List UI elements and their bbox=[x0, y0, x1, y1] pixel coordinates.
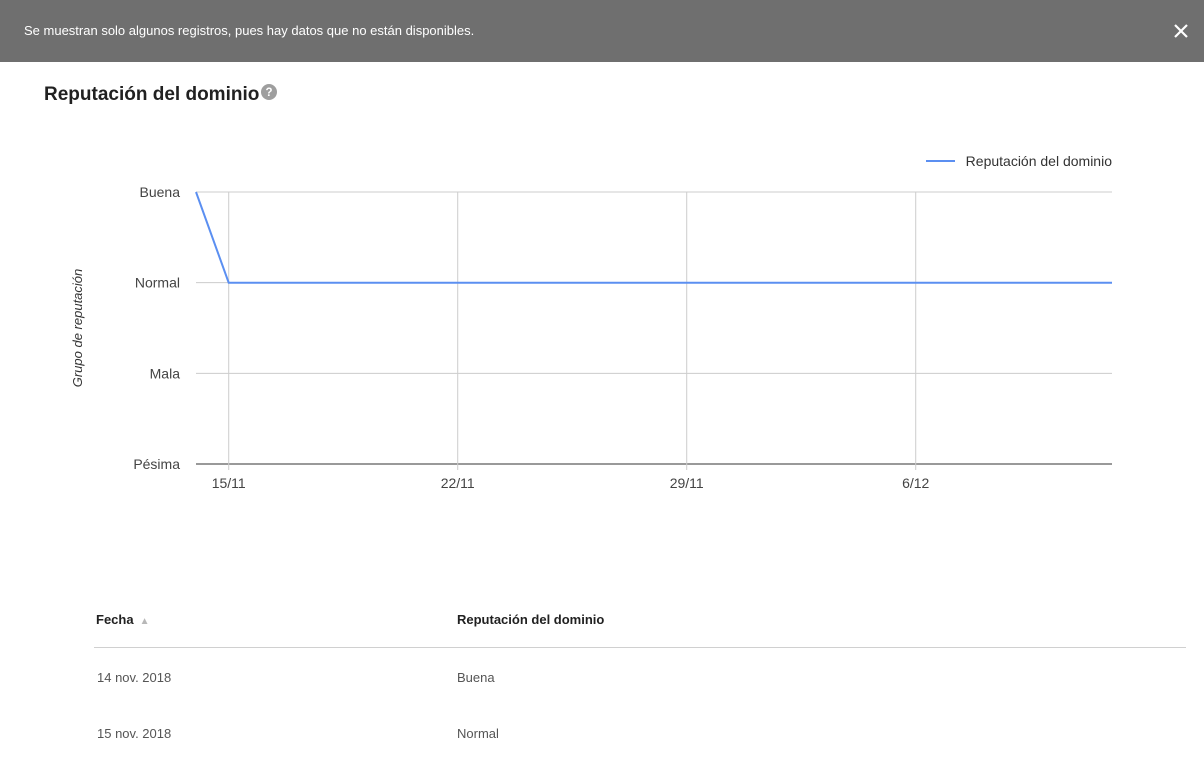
page-title-container: Reputación del dominio ? bbox=[44, 84, 278, 106]
close-icon[interactable] bbox=[1166, 16, 1196, 46]
row-date: 15 nov. 2018 bbox=[97, 726, 172, 741]
x-tick-label: 15/11 bbox=[212, 475, 246, 491]
help-icon[interactable]: ? bbox=[261, 84, 278, 100]
y-tick-label: Normal bbox=[135, 275, 180, 291]
page-title: Reputación del dominio bbox=[44, 84, 260, 105]
table-header: Fecha ▲ Reputación del dominio bbox=[94, 596, 1186, 648]
legend-label: Reputación del dominio bbox=[966, 153, 1113, 169]
svg-text:?: ? bbox=[266, 87, 273, 99]
y-tick-label: Mala bbox=[150, 365, 181, 381]
x-tick-label: 22/11 bbox=[441, 475, 475, 491]
x-tick-label: 29/11 bbox=[670, 475, 704, 491]
sort-ascending-icon: ▲ bbox=[139, 616, 150, 627]
y-tick-label: Pésima bbox=[133, 456, 180, 472]
y-tick-label: Buena bbox=[140, 184, 181, 200]
y-axis-title: Grupo de reputación bbox=[70, 269, 85, 388]
banner-message: Se muestran solo algunos registros, pues… bbox=[24, 23, 475, 38]
notification-banner: Se muestran solo algunos registros, pues… bbox=[0, 0, 1204, 62]
x-tick-label: 6/12 bbox=[902, 475, 929, 491]
reputation-line-chart: Pésima Mala Normal Buena 15/11 22/11 29/11 6/12… bbox=[70, 153, 1113, 491]
row-date: 14 nov. 2018 bbox=[97, 670, 172, 685]
row-reputation: Normal bbox=[457, 726, 499, 741]
column-header-date[interactable]: Fecha ▲ bbox=[96, 612, 149, 627]
table-row: 15 nov. 2018 Normal bbox=[94, 704, 1186, 760]
table-row: 14 nov. 2018 Buena bbox=[94, 648, 1186, 704]
row-reputation: Buena bbox=[457, 670, 495, 685]
column-header-reputation[interactable]: Reputación del dominio bbox=[457, 612, 604, 627]
series-line bbox=[195, 191, 1112, 284]
reputation-table: Fecha ▲ Reputación del dominio 14 nov. 20… bbox=[94, 596, 1186, 760]
